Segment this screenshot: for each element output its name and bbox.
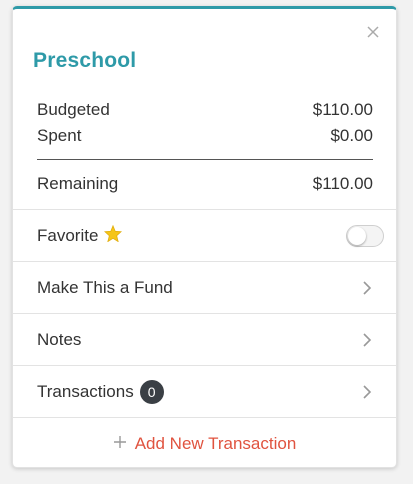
spent-value: $0.00 [330,126,373,145]
remaining-label: Remaining [37,174,119,193]
card-title: Preschool [33,49,137,72]
toggle-knob [348,226,366,245]
favorite-row: Favorite [13,210,396,261]
plus-icon [113,434,127,454]
transactions-row[interactable]: Transactions 0 [13,366,396,417]
chevron-right-icon [362,280,372,296]
make-fund-row[interactable]: Make This a Fund [13,262,396,313]
remaining-row: Remaining $110.00 [37,172,373,196]
add-transaction-button[interactable]: Add New Transaction [13,427,396,461]
budgeted-value: $110.00 [312,100,373,119]
budgeted-row: Budgeted $110.00 [37,98,373,122]
transactions-label: Transactions [37,381,134,401]
favorite-label: Favorite [37,225,99,245]
summary-divider [37,159,373,160]
notes-row[interactable]: Notes [13,314,396,365]
add-transaction-label: Add New Transaction [134,434,297,453]
favorite-toggle[interactable] [346,224,384,247]
make-fund-label: Make This a Fund [37,277,173,297]
spent-row: Spent $0.00 [37,124,373,148]
spent-label: Spent [37,126,82,145]
notes-label: Notes [37,329,82,349]
row-divider [13,417,396,418]
chevron-right-icon [362,332,372,348]
star-icon [104,224,123,247]
chevron-right-icon [362,384,372,400]
transactions-count-badge: 0 [139,379,164,404]
remaining-value: $110.00 [312,174,373,193]
close-icon[interactable] [366,25,380,39]
budget-item-card: Preschool Budgeted $110.00 Spent $0.00 R… [12,6,397,468]
budgeted-label: Budgeted [37,100,110,119]
